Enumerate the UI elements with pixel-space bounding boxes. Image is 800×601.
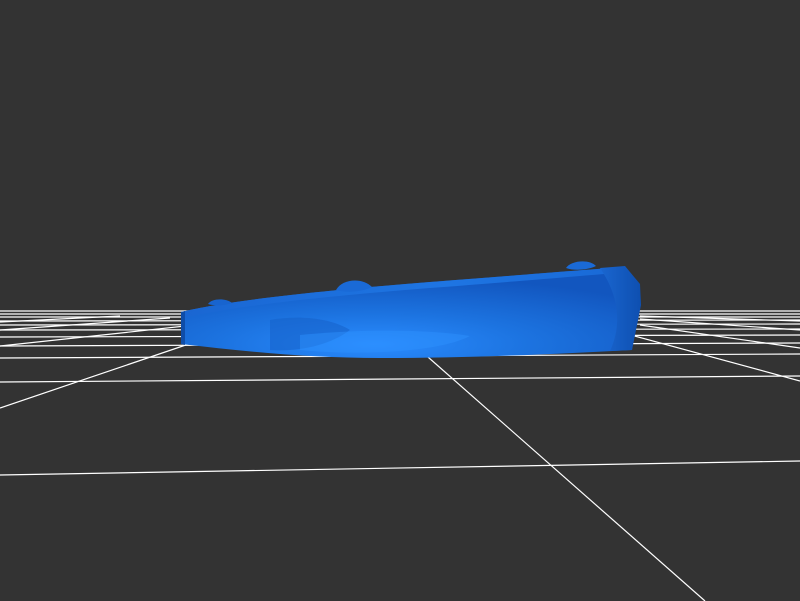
scene-canvas[interactable] [0, 0, 800, 601]
grid-line [619, 331, 800, 382]
grid-line [0, 317, 171, 331]
model-bump-right [566, 261, 596, 270]
grid-line [0, 460, 800, 476]
model-left-edge [181, 311, 185, 345]
3d-viewport[interactable] [0, 0, 800, 601]
grid-line [0, 375, 800, 383]
grid-line [419, 349, 706, 601]
model-mesh[interactable] [181, 261, 641, 358]
